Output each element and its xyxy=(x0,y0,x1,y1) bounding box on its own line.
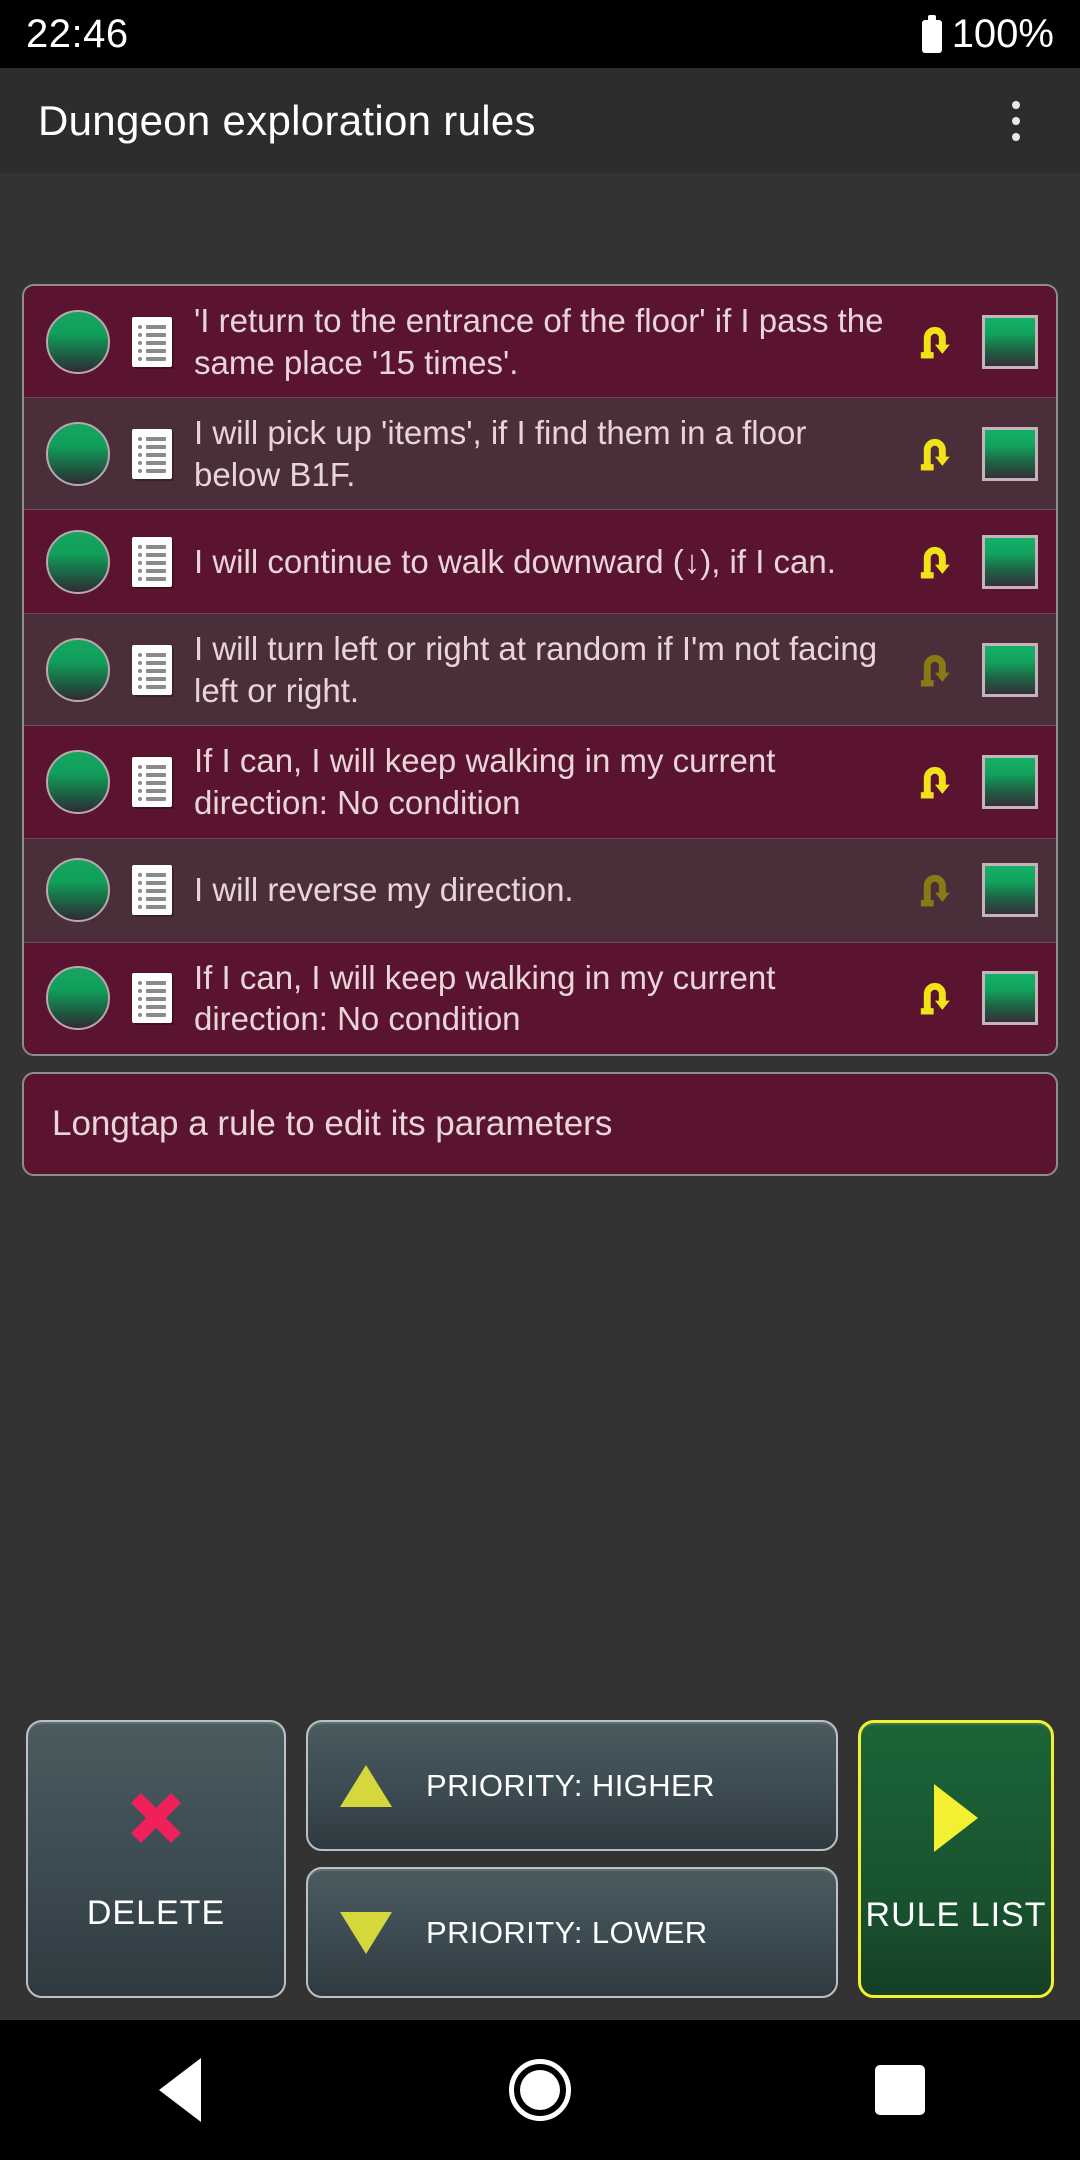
loop-repeat-icon[interactable] xyxy=(910,864,956,916)
rule-enabled-indicator[interactable] xyxy=(46,529,110,594)
rule-status-swatch[interactable] xyxy=(982,642,1038,697)
rule-row[interactable]: I will pick up 'items', if I find them i… xyxy=(24,398,1056,511)
rule-enabled-indicator[interactable] xyxy=(46,858,110,923)
rule-list-button[interactable]: RULE LIST xyxy=(858,1720,1054,1998)
rule-text: If I can, I will keep walking in my curr… xyxy=(194,958,776,1038)
delete-button[interactable]: DELETE xyxy=(26,1720,286,1998)
page-title: Dungeon exploration rules xyxy=(38,96,536,144)
rule-text: I will reverse my direction. xyxy=(194,871,574,909)
loop-repeat-icon[interactable] xyxy=(910,428,956,480)
rule-enabled-indicator[interactable] xyxy=(46,309,110,374)
loop-repeat-icon[interactable] xyxy=(910,316,956,368)
priority-button-column: PRIORITY: HIGHER PRIORITY: LOWER xyxy=(306,1720,838,1998)
rule-row[interactable]: I will turn left or right at random if I… xyxy=(24,614,1056,727)
back-triangle-icon xyxy=(159,2058,201,2122)
rule-row[interactable]: If I can, I will keep walking in my curr… xyxy=(24,726,1056,839)
rule-status-swatch[interactable] xyxy=(982,314,1038,369)
overflow-menu-icon[interactable] xyxy=(988,86,1044,156)
rule-document-icon xyxy=(132,316,172,367)
rules-list: 'I return to the entrance of the floor' … xyxy=(22,284,1058,1056)
rule-status-swatch[interactable] xyxy=(982,863,1038,918)
rule-text: 'I return to the entrance of the floor' … xyxy=(194,302,884,381)
rule-status-swatch[interactable] xyxy=(982,426,1038,481)
priority-higher-button[interactable]: PRIORITY: HIGHER xyxy=(306,1720,838,1851)
status-bar-clock: 22:46 xyxy=(26,11,129,56)
triangle-down-icon xyxy=(340,1911,392,1954)
rule-enabled-indicator[interactable] xyxy=(46,637,110,702)
rule-status-swatch[interactable] xyxy=(982,534,1038,589)
rule-enabled-indicator[interactable] xyxy=(46,966,110,1031)
rule-document-icon xyxy=(132,428,172,479)
rule-list-button-label: RULE LIST xyxy=(865,1895,1047,1934)
system-navigation-bar xyxy=(0,2020,1080,2160)
rule-enabled-indicator[interactable] xyxy=(46,421,110,486)
rule-document-icon xyxy=(132,757,172,808)
hint-bar: Longtap a rule to edit its parameters xyxy=(22,1071,1058,1176)
phone-screen: 22:46 100% Dungeon exploration rules 'I … xyxy=(0,0,1080,2160)
status-bar: 22:46 100% xyxy=(0,0,1080,68)
rule-document-icon xyxy=(132,865,172,916)
loop-repeat-icon[interactable] xyxy=(910,756,956,808)
rule-row[interactable]: I will continue to walk downward (↓), if… xyxy=(24,510,1056,615)
rule-document-icon xyxy=(132,973,172,1024)
battery-full-icon xyxy=(921,15,942,53)
nav-home-button[interactable] xyxy=(460,2020,620,2160)
triangle-up-icon xyxy=(340,1764,392,1807)
priority-higher-label: PRIORITY: HIGHER xyxy=(426,1767,715,1803)
loop-repeat-icon[interactable] xyxy=(910,536,956,588)
home-circle-icon xyxy=(509,2059,571,2121)
rule-status-swatch[interactable] xyxy=(982,755,1038,810)
nav-recents-button[interactable] xyxy=(820,2020,980,2160)
rule-row[interactable]: 'I return to the entrance of the floor' … xyxy=(24,286,1056,399)
rule-row[interactable]: I will reverse my direction. xyxy=(24,838,1056,943)
status-bar-right-cluster: 100% xyxy=(921,11,1054,57)
main-content: 'I return to the entrance of the floor' … xyxy=(0,173,1080,2020)
rule-text: I will continue to walk downward (↓), if… xyxy=(194,543,836,581)
loop-repeat-icon[interactable] xyxy=(910,972,956,1024)
battery-percent-label: 100% xyxy=(951,11,1054,56)
rule-status-swatch[interactable] xyxy=(982,971,1038,1026)
rule-text: I will turn left or right at random if I… xyxy=(194,630,878,709)
app-bar: Dungeon exploration rules xyxy=(0,68,1080,173)
rule-enabled-indicator[interactable] xyxy=(46,750,110,815)
priority-lower-label: PRIORITY: LOWER xyxy=(426,1914,708,1950)
rule-document-icon xyxy=(132,536,172,587)
recents-square-icon xyxy=(875,2065,925,2115)
rule-text: If I can, I will keep walking in my curr… xyxy=(194,742,776,822)
rule-document-icon xyxy=(132,644,172,695)
play-arrow-icon xyxy=(934,1783,978,1852)
rule-row[interactable]: If I can, I will keep walking in my curr… xyxy=(24,942,1056,1054)
loop-repeat-icon[interactable] xyxy=(910,644,956,696)
action-button-bar: DELETE PRIORITY: HIGHER PRIORITY: LOWER … xyxy=(0,1720,1080,2020)
priority-lower-button[interactable]: PRIORITY: LOWER xyxy=(306,1867,838,1998)
delete-button-label: DELETE xyxy=(86,1893,226,1932)
close-x-icon xyxy=(131,1792,181,1843)
rule-text: I will pick up 'items', if I find them i… xyxy=(194,414,807,493)
nav-back-button[interactable] xyxy=(100,2020,260,2160)
top-spacer xyxy=(0,173,1080,284)
flex-filler xyxy=(0,1176,1080,1720)
